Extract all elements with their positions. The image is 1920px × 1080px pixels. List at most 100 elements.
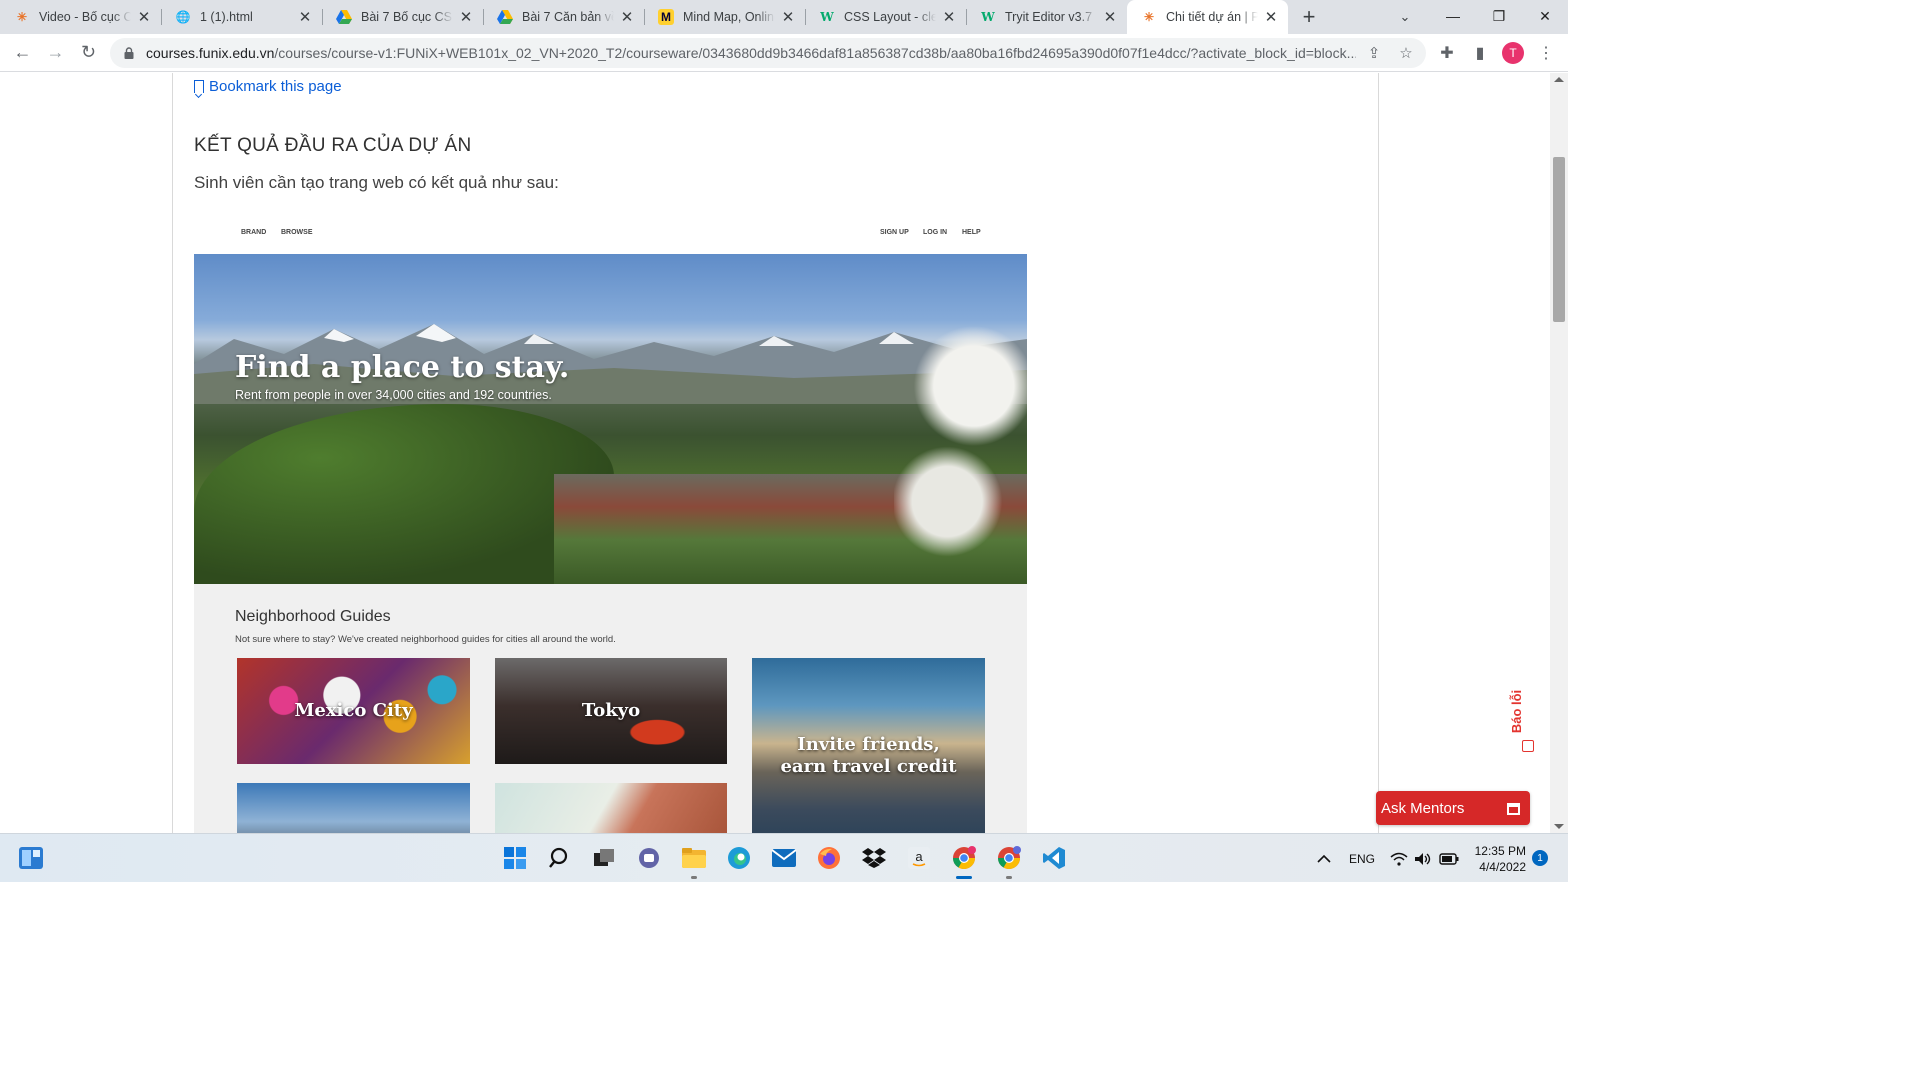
tab-title: Chi tiết dự án | Pr <box>1166 10 1258 24</box>
share-icon[interactable]: ⇪ <box>1364 43 1384 63</box>
clock-date: 4/4/2022 <box>1479 860 1526 874</box>
tab-bai7-bo-cuc[interactable]: Bài 7 Bố cục CSS ✕ <box>322 0 483 34</box>
close-tab-icon[interactable]: ✕ <box>779 8 797 26</box>
sample-nav-signup: SIGN UP <box>880 229 909 236</box>
close-tab-icon[interactable]: ✕ <box>940 8 958 26</box>
tab-title: Mind Map, Online <box>683 10 775 24</box>
running-indicator <box>1006 876 1012 879</box>
url-path: /courses/course-v1:FUNiX+WEB101x_02_VN+2… <box>274 45 1356 61</box>
side-panel-icon[interactable]: ▮ <box>1465 38 1495 68</box>
profile-avatar[interactable]: T <box>1498 38 1528 68</box>
close-tab-icon[interactable]: ✕ <box>1101 8 1119 26</box>
reload-icon[interactable]: ↻ <box>72 38 105 68</box>
page-scrollbar[interactable] <box>1550 73 1568 833</box>
address-bar[interactable]: courses.funix.edu.vn/courses/course-v1:F… <box>110 38 1426 68</box>
report-error-tab[interactable]: Báo lỗi <box>1509 678 1539 758</box>
chrome-icon[interactable] <box>948 842 980 879</box>
tab-title: Tryit Editor v3.7 <box>1005 10 1093 24</box>
tab-search-chevron-icon[interactable]: ⌄ <box>1394 6 1416 28</box>
browser-menu-icon[interactable]: ⋮ <box>1531 38 1561 68</box>
sample-nav-brand: BRAND <box>241 229 267 236</box>
guide-card-bridge <box>237 783 470 833</box>
sample-navbar: BRAND BROWSE SIGN UP LOG IN HELP <box>194 213 1027 253</box>
close-tab-icon[interactable]: ✕ <box>457 8 475 26</box>
close-tab-icon[interactable]: ✕ <box>1262 8 1280 26</box>
bookmark-star-icon[interactable]: ☆ <box>1396 43 1416 63</box>
guides-title: Neighborhood Guides <box>235 608 391 625</box>
windows-taskbar: a ENG 12:35 PM 4/4/2022 <box>0 833 1568 882</box>
tab-mind-map[interactable]: M Mind Map, Online ✕ <box>644 0 805 34</box>
system-clock[interactable]: 12:35 PM 4/4/2022 <box>1470 843 1526 875</box>
teams-chat-icon[interactable] <box>633 842 665 874</box>
dropbox-icon[interactable] <box>858 842 890 874</box>
close-tab-icon[interactable]: ✕ <box>296 8 314 26</box>
bookmark-label: Bookmark this page <box>209 78 342 95</box>
battery-icon[interactable] <box>1439 834 1459 883</box>
ask-mentors-button[interactable]: Ask Mentors <box>1376 791 1530 825</box>
report-error-label: Báo lỗi <box>1509 689 1525 734</box>
wifi-icon[interactable] <box>1390 834 1408 883</box>
search-icon[interactable] <box>544 842 576 874</box>
scroll-up-arrow-icon[interactable] <box>1554 77 1564 82</box>
sample-nav-help: HELP <box>962 229 981 236</box>
tab-video-bo-cuc[interactable]: ✳ Video - Bố cục CSS ✕ <box>0 0 161 34</box>
tab-chi-tiet-du-an[interactable]: ✳ Chi tiết dự án | Pr ✕ <box>1127 0 1288 34</box>
guide-card-tokyo: Tokyo <box>495 658 727 764</box>
hero-subtitle: Rent from people in over 34,000 cities a… <box>235 388 552 402</box>
restore-icon[interactable]: ❐ <box>1476 0 1522 32</box>
tab-bai7-can-ban[interactable]: Bài 7 Căn bản về ✕ <box>483 0 644 34</box>
page-viewport: Bookmark this page KẾT QUẢ ĐẦU RA CỦA DỰ… <box>0 73 1568 833</box>
w3schools-icon: W <box>981 10 995 24</box>
guide-card-mexico-city: Mexico City <box>237 658 470 764</box>
clock-time: 12:35 PM <box>1474 844 1526 858</box>
browser-toolbar: ← → ↻ courses.funix.edu.vn/courses/cours… <box>0 34 1568 72</box>
file-explorer-icon[interactable] <box>678 842 710 879</box>
tab-css-layout[interactable]: W CSS Layout - clea ✕ <box>805 0 966 34</box>
card-label: Tokyo <box>581 699 641 721</box>
tab-strip: ✳ Video - Bố cục CSS ✕ 🌐 1 (1).html ✕ Bà… <box>0 0 1568 34</box>
scroll-down-arrow-icon[interactable] <box>1554 824 1564 829</box>
mail-icon[interactable] <box>768 842 800 874</box>
hillside-graphic <box>194 404 614 584</box>
window-controls: — ❐ ✕ <box>1430 0 1568 32</box>
window-close-icon[interactable]: ✕ <box>1522 0 1568 32</box>
url-host: courses.funix.edu.vn <box>146 45 275 61</box>
back-arrow-icon[interactable]: ← <box>6 38 39 68</box>
blossom-tree-graphic <box>894 254 1027 584</box>
close-tab-icon[interactable]: ✕ <box>135 8 153 26</box>
sample-hero: Find a place to stay. Rent from people i… <box>194 254 1027 584</box>
notification-badge[interactable]: 1 <box>1532 850 1548 866</box>
minimize-window-icon <box>1507 803 1520 815</box>
funix-icon: ✳ <box>1143 10 1155 24</box>
tab-title: Video - Bố cục CSS <box>39 10 131 24</box>
bookmark-page-link[interactable]: Bookmark this page <box>194 78 342 95</box>
language-indicator[interactable]: ENG <box>1349 834 1375 883</box>
scrollbar-thumb[interactable] <box>1553 157 1565 322</box>
show-hidden-icons-chevron[interactable] <box>1316 834 1332 883</box>
chrome-profile-icon[interactable] <box>993 842 1025 879</box>
firefox-icon[interactable] <box>813 842 845 874</box>
forward-arrow-icon[interactable]: → <box>39 38 72 68</box>
task-view-icon[interactable] <box>588 842 620 874</box>
expected-result-image: BRAND BROWSE SIGN UP LOG IN HELP Find a … <box>194 213 1027 833</box>
minimize-icon[interactable]: — <box>1430 0 1476 32</box>
sample-nav-login: LOG IN <box>923 229 948 236</box>
edge-icon[interactable] <box>723 842 755 874</box>
lock-icon[interactable] <box>122 46 136 60</box>
start-icon[interactable] <box>499 842 531 874</box>
widgets-icon[interactable] <box>15 842 47 874</box>
tab-tryit-editor[interactable]: W Tryit Editor v3.7 ✕ <box>966 0 1127 34</box>
vscode-icon[interactable] <box>1038 842 1070 874</box>
tab-html-file[interactable]: 🌐 1 (1).html ✕ <box>161 0 322 34</box>
running-indicator <box>956 876 972 879</box>
tab-title: Bài 7 Căn bản về <box>522 10 614 24</box>
new-tab-button[interactable]: + <box>1294 2 1324 32</box>
card-label: Mexico City <box>294 699 413 721</box>
avatar: T <box>1502 42 1524 64</box>
volume-icon[interactable] <box>1414 834 1432 883</box>
close-tab-icon[interactable]: ✕ <box>618 8 636 26</box>
guide-card-street <box>495 783 727 833</box>
amazon-icon[interactable]: a <box>903 842 935 874</box>
extensions-puzzle-icon[interactable]: ✚ <box>1432 38 1462 68</box>
svg-text:a: a <box>915 849 923 864</box>
